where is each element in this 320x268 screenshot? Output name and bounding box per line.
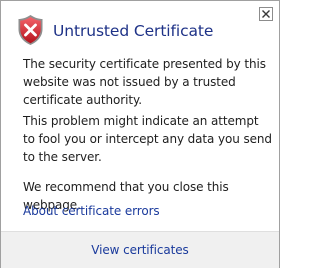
close-icon [262, 10, 270, 18]
view-certificates-link[interactable]: View certificates [1, 242, 279, 258]
close-button[interactable] [259, 7, 273, 21]
certificate-popup: Untrusted Certificate The security certi… [0, 0, 280, 268]
dialog-footer: View certificates [1, 231, 279, 268]
about-certificate-errors-link[interactable]: About certificate errors [23, 202, 160, 220]
shield-error-icon [18, 15, 43, 45]
dialog-title: Untrusted Certificate [53, 22, 214, 40]
description-text: The security certificate presented by th… [23, 57, 266, 107]
warning-text: This problem might indicate an attempt t… [23, 114, 272, 164]
